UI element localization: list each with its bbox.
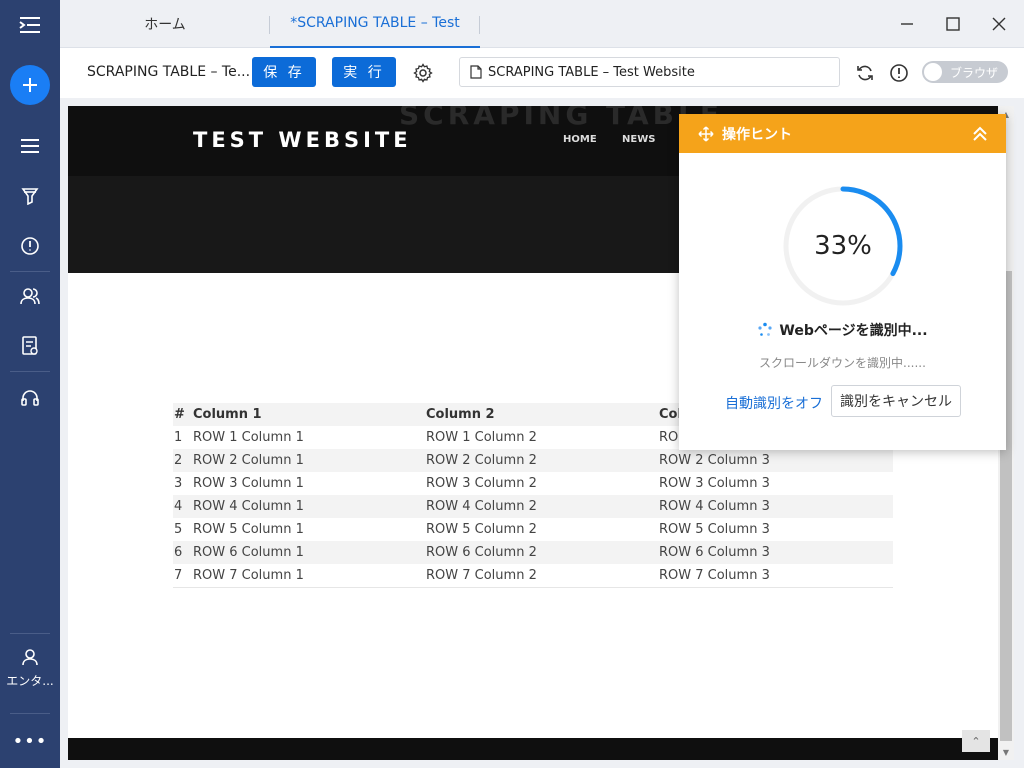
table-cell[interactable]: ROW 3 Column 3 xyxy=(659,472,893,495)
support-headset-icon[interactable] xyxy=(0,378,60,418)
table-header[interactable]: # xyxy=(173,403,193,426)
operation-hint-panel: 操作ヒント 33% Webページを識別中... スクロールダウンを識別中....… xyxy=(679,114,1006,450)
enterprise-label: エンタ... xyxy=(6,674,54,688)
url-field[interactable]: SCRAPING TABLE – Test Website xyxy=(459,57,840,87)
table-cell[interactable]: ROW 7 Column 2 xyxy=(426,564,659,588)
back-to-top-icon[interactable]: ⌃ xyxy=(962,730,990,752)
hint-status: Webページを識別中... xyxy=(679,320,1006,340)
save-button[interactable]: 保 存 xyxy=(252,57,316,87)
tab-divider xyxy=(479,16,480,34)
table-cell[interactable]: ROW 7 Column 3 xyxy=(659,564,893,588)
hint-substatus: スクロールダウンを識別中...... xyxy=(759,356,926,370)
hint-title: 操作ヒント xyxy=(722,126,792,143)
table-row[interactable]: 4 ROW 4 Column 1 ROW 4 Column 2 ROW 4 Colum… xyxy=(173,495,893,518)
table-cell[interactable]: ROW 1 Column 1 xyxy=(193,426,426,449)
table-cell[interactable]: 4 xyxy=(173,495,193,518)
site-ghost-title: SCRAPING TABLE xyxy=(399,106,723,131)
schedule-icon[interactable] xyxy=(0,226,60,266)
run-button[interactable]: 実 行 xyxy=(332,57,396,87)
user-icon xyxy=(22,649,38,666)
disable-auto-detect-link[interactable]: 自動識別をオフ xyxy=(725,393,823,413)
task-title: SCRAPING TABLE – Te... xyxy=(87,64,251,80)
table-cell[interactable]: ROW 6 Column 2 xyxy=(426,541,659,564)
site-logo[interactable]: TEST WEBSITE xyxy=(193,128,412,152)
table-cell[interactable]: ROW 5 Column 3 xyxy=(659,518,893,541)
table-row[interactable]: 5 ROW 5 Column 1 ROW 5 Column 2 ROW 5 Colum… xyxy=(173,518,893,541)
table-cell[interactable]: ROW 6 Column 1 xyxy=(193,541,426,564)
team-icon[interactable] xyxy=(0,276,60,316)
toggle-knob xyxy=(924,63,942,81)
menu-toggle-icon[interactable] xyxy=(0,0,60,50)
browser-toggle[interactable]: ブラウザ xyxy=(922,61,1008,83)
data-check-icon[interactable] xyxy=(0,326,60,366)
progress-percent: 33% xyxy=(814,231,872,261)
table-row[interactable]: 2 ROW 2 Column 1 ROW 2 Column 2 ROW 2 Colum… xyxy=(173,449,893,472)
url-text: SCRAPING TABLE – Test Website xyxy=(488,64,695,80)
table-row[interactable]: 7 ROW 7 Column 1 ROW 7 Column 2 ROW 7 Colum… xyxy=(173,564,893,588)
table-cell[interactable]: ROW 1 Column 2 xyxy=(426,426,659,449)
alert-icon[interactable] xyxy=(887,61,911,85)
sidebar-divider xyxy=(10,271,50,272)
toolbar: SCRAPING TABLE – Te... 保 存 実 行 SCRAPING … xyxy=(60,48,1024,98)
cancel-detection-button[interactable]: 識別をキャンセル xyxy=(831,385,961,417)
tab-scraping-table[interactable]: *SCRAPING TABLE – Test xyxy=(270,0,480,48)
minimize-icon[interactable] xyxy=(884,0,930,48)
enterprise-account[interactable]: エンタ... xyxy=(0,648,60,698)
table-cell[interactable]: ROW 4 Column 3 xyxy=(659,495,893,518)
hint-header[interactable]: 操作ヒント xyxy=(679,114,1006,153)
table-cell[interactable]: 7 xyxy=(173,564,193,588)
sidebar-divider xyxy=(10,713,50,714)
table-cell[interactable]: ROW 3 Column 2 xyxy=(426,472,659,495)
table-cell[interactable]: ROW 7 Column 1 xyxy=(193,564,426,588)
table-cell[interactable]: ROW 3 Column 1 xyxy=(193,472,426,495)
maximize-icon[interactable] xyxy=(930,0,976,48)
table-header[interactable]: Column 1 xyxy=(193,403,426,426)
table-cell[interactable]: 5 xyxy=(173,518,193,541)
progress-ring: 33% xyxy=(781,184,905,308)
table-cell[interactable]: 1 xyxy=(173,426,193,449)
close-icon[interactable] xyxy=(976,0,1022,48)
loading-spinner-icon xyxy=(758,322,773,336)
browser-toggle-label: ブラウザ xyxy=(950,65,999,80)
table-cell[interactable]: ROW 5 Column 2 xyxy=(426,518,659,541)
tab-bar: ホーム *SCRAPING TABLE – Test xyxy=(60,0,1024,48)
table-cell[interactable]: ROW 4 Column 2 xyxy=(426,495,659,518)
scroll-down-icon[interactable]: ▼ xyxy=(998,744,1014,760)
tab-home[interactable]: ホーム xyxy=(60,0,270,48)
table-header[interactable]: Column 2 xyxy=(426,403,659,426)
table-row[interactable]: 3 ROW 3 Column 1 ROW 3 Column 2 ROW 3 Colum… xyxy=(173,472,893,495)
table-cell[interactable]: ROW 2 Column 1 xyxy=(193,449,426,472)
table-cell[interactable]: 2 xyxy=(173,449,193,472)
page-icon xyxy=(470,65,482,79)
more-icon[interactable]: ••• xyxy=(0,726,60,756)
table-cell[interactable]: 3 xyxy=(173,472,193,495)
add-task-button[interactable] xyxy=(10,65,50,105)
task-list-icon[interactable] xyxy=(0,126,60,166)
sidebar: エンタ... ••• xyxy=(0,0,60,768)
table-cell[interactable]: ROW 5 Column 1 xyxy=(193,518,426,541)
template-icon[interactable] xyxy=(0,176,60,216)
table-cell[interactable]: ROW 6 Column 3 xyxy=(659,541,893,564)
move-icon[interactable] xyxy=(698,125,714,142)
table-cell[interactable]: ROW 2 Column 2 xyxy=(426,449,659,472)
site-footer xyxy=(68,738,998,760)
hint-status-text: Webページを識別中... xyxy=(779,323,928,339)
refresh-icon[interactable] xyxy=(853,61,877,85)
settings-gear-icon[interactable] xyxy=(411,61,435,85)
table-cell[interactable]: ROW 2 Column 3 xyxy=(659,449,893,472)
table-cell[interactable]: ROW 4 Column 1 xyxy=(193,495,426,518)
site-nav-news[interactable]: NEWS xyxy=(622,134,655,145)
table-row[interactable]: 6 ROW 6 Column 1 ROW 6 Column 2 ROW 6 Colum… xyxy=(173,541,893,564)
collapse-chevron-icon[interactable] xyxy=(970,124,990,144)
sidebar-divider xyxy=(10,371,50,372)
site-nav-home[interactable]: HOME xyxy=(563,134,597,145)
table-cell[interactable]: 6 xyxy=(173,541,193,564)
sidebar-divider xyxy=(10,633,50,634)
